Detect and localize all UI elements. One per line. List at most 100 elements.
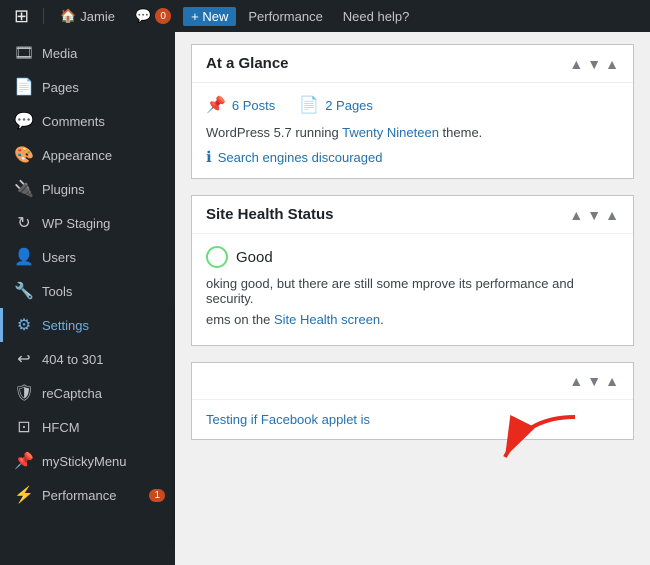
sidebar-label-plugins: Plugins [42,182,85,197]
info-icon: ℹ [206,148,212,166]
search-engines-link[interactable]: Search engines discouraged [218,150,383,165]
comments-icon: 💬 [14,111,34,131]
media-icon: 🎞 [14,43,34,63]
third-move-icon[interactable]: ▲ [605,373,619,389]
appearance-icon: 🎨 [14,145,34,165]
username-label: Jamie [80,9,115,24]
health-status: Good [206,246,619,268]
collapse-up-icon[interactable]: ▲ [569,56,583,72]
health-move-icon[interactable]: ▲ [605,207,619,223]
theme-link[interactable]: Twenty Nineteen [342,125,439,140]
widget-title-health: Site Health Status [206,206,569,223]
help-link[interactable]: Need help? [335,9,418,24]
dashboard-content: At a Glance ▲ ▼ ▲ 📌 6 Posts 📄 2 Pages [175,32,650,565]
glance-wp-info: WordPress 5.7 running Twenty Nineteen th… [206,125,619,140]
theme-suffix: theme. [439,125,482,140]
new-button[interactable]: + New [183,7,236,26]
health-collapse-up-icon[interactable]: ▲ [569,207,583,223]
health-body-text: oking good, but there are still some mpr… [206,276,619,306]
sidebar-item-hfcm[interactable]: ⊡ HFCM [0,410,175,444]
sidebar-item-performance[interactable]: ⚡ Performance 1 [0,478,175,512]
wp-logo-icon[interactable]: ⊞ [8,6,35,27]
health-screen-link[interactable]: Site Health screen [274,312,380,327]
sidebar-label-404: 404 to 301 [42,352,103,367]
pages-link[interactable]: 2 Pages [325,98,373,113]
third-collapse-up-icon[interactable]: ▲ [569,373,583,389]
settings-icon: ⚙ [14,315,34,335]
health-status-label: Good [236,249,273,266]
sidebar-label-appearance: Appearance [42,148,112,163]
health-items-content: ems on the [206,312,274,327]
third-widget: ▲ ▼ ▲ Testing if Facebook applet is [191,362,634,440]
topbar-user[interactable]: 🏠 Jamie [52,8,123,24]
topbar: ⊞ 🏠 Jamie 💬 0 + New Performance Need hel… [0,0,650,32]
sidebar-item-404[interactable]: ↩ 404 to 301 [0,342,175,376]
widget-title-glance: At a Glance [206,55,569,72]
performance-icon: ⚡ [14,485,34,505]
glance-stats: 📌 6 Posts 📄 2 Pages [206,95,619,115]
comment-count: 0 [155,8,171,24]
widget-body-glance: 📌 6 Posts 📄 2 Pages WordPress 5.7 runnin… [192,83,633,178]
topbar-comments[interactable]: 💬 0 [127,8,179,24]
sidebar-item-media[interactable]: 🎞 Media [0,36,175,70]
collapse-down-icon[interactable]: ▼ [587,56,601,72]
health-suffix: . [380,312,384,327]
site-health-widget: Site Health Status ▲ ▼ ▲ Good oking good… [191,195,634,346]
sidebar-item-plugins[interactable]: 🔌 Plugins [0,172,175,206]
wp-info-text: WordPress 5.7 running [206,125,342,140]
sidebar-label-performance: Performance [42,488,116,503]
hfcm-icon: ⊡ [14,417,34,437]
pages-icon: 📄 [14,77,34,97]
health-text-content: oking good, but there are still some mpr… [206,276,574,306]
sidebar-label-hfcm: HFCM [42,420,80,435]
widget-controls-glance: ▲ ▼ ▲ [569,56,619,72]
sidebar-label-wp-staging: WP Staging [42,216,110,231]
sidebar-item-mystickymenu[interactable]: 📌 myStickyMenu [0,444,175,478]
performance-link[interactable]: Performance [240,9,330,24]
404-icon: ↩ [14,349,34,369]
pages-stat-icon: 📄 [299,95,319,115]
health-circle-icon [206,246,228,268]
sidebar-item-comments[interactable]: 💬 Comments [0,104,175,138]
sidebar-label-media: Media [42,46,77,61]
tools-icon: 🔧 [14,281,34,301]
third-widget-controls: ▲ ▼ ▲ [569,373,619,389]
sidebar-label-comments: Comments [42,114,105,129]
sidebar-label-tools: Tools [42,284,72,299]
sidebar-item-wp-staging[interactable]: ↻ WP Staging [0,206,175,240]
move-icon[interactable]: ▲ [605,56,619,72]
widget-controls-health: ▲ ▼ ▲ [569,207,619,223]
users-icon: 👤 [14,247,34,267]
widget-header-health: Site Health Status ▲ ▼ ▲ [192,196,633,234]
health-collapse-down-icon[interactable]: ▼ [587,207,601,223]
comment-icon: 💬 [135,8,151,24]
third-collapse-down-icon[interactable]: ▼ [587,373,601,389]
sidebar-label-settings: Settings [42,318,89,333]
posts-icon: 📌 [206,95,226,115]
sidebar-label-recaptcha: reCaptcha [42,386,102,401]
widget-body-health: Good oking good, but there are still som… [192,234,633,345]
sidebar-item-recaptcha[interactable]: 🛡 reCaptcha [0,376,175,410]
sidebar-item-appearance[interactable]: 🎨 Appearance [0,138,175,172]
performance-badge: 1 [149,489,165,502]
widget-header-glance: At a Glance ▲ ▼ ▲ [192,45,633,83]
sidebar-label-users: Users [42,250,76,265]
third-widget-header: ▲ ▼ ▲ [192,363,633,400]
posts-link[interactable]: 6 Posts [232,98,275,113]
wp-staging-icon: ↻ [14,213,34,233]
recaptcha-icon: 🛡 [14,383,34,403]
glance-notice: ℹ Search engines discouraged [206,148,619,166]
sidebar-item-pages[interactable]: 📄 Pages [0,70,175,104]
user-icon: 🏠 [60,8,76,24]
glance-posts: 📌 6 Posts [206,95,275,115]
sidebar-item-users[interactable]: 👤 Users [0,240,175,274]
sidebar-label-mystickymenu: myStickyMenu [42,454,127,469]
mystickymenu-icon: 📌 [14,451,34,471]
sidebar-item-tools[interactable]: 🔧 Tools [0,274,175,308]
sidebar: 🎞 Media 📄 Pages 💬 Comments 🎨 Appearance … [0,32,175,565]
sidebar-label-pages: Pages [42,80,79,95]
sidebar-item-settings[interactable]: ⚙ Settings [0,308,175,342]
third-widget-link[interactable]: Testing if Facebook applet is [206,412,370,427]
health-items-text: ems on the Site Health screen. [206,312,619,327]
at-a-glance-widget: At a Glance ▲ ▼ ▲ 📌 6 Posts 📄 2 Pages [191,44,634,179]
